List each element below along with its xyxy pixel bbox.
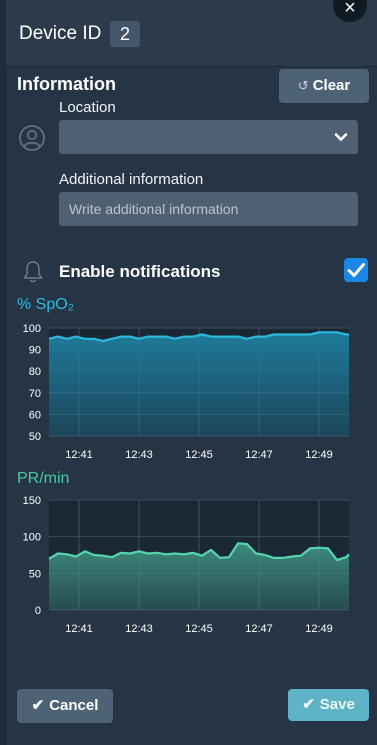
pulse-rate-chart-title: PR/min <box>17 470 70 487</box>
enable-notifications-label: Enable notifications <box>59 262 221 281</box>
clear-label: Clear <box>312 77 351 94</box>
check-icon: ✔ <box>31 697 45 714</box>
pulse-rate-chart: 150 100 50 0 12:41 12:43 12:45 12:47 12:49 <box>23 495 350 635</box>
information-title: Information <box>17 74 116 94</box>
spo2-y-tick-label: 70 <box>29 388 41 400</box>
spo2-x-tick-label: 12:47 <box>245 449 273 461</box>
cancel-button[interactable]: ✔ Cancel <box>17 689 113 723</box>
spo2-series-area <box>49 332 349 436</box>
spo2-x-tick-label: 12:49 <box>305 449 333 461</box>
spo2-chart-title: % SpO₂ <box>17 296 74 313</box>
pr-x-tick-label: 12:49 <box>305 623 333 635</box>
pr-x-tick-label: 12:41 <box>65 623 93 635</box>
chevron-down-icon <box>334 133 348 142</box>
checkmark-icon <box>347 263 365 277</box>
pr-y-tick-label: 50 <box>29 568 41 580</box>
user-icon <box>19 125 45 151</box>
pr-x-tick-label: 12:43 <box>125 623 153 635</box>
pr-y-tick-label: 0 <box>35 605 41 617</box>
additional-info-input[interactable] <box>59 192 358 226</box>
header-title: Device ID <box>19 23 102 44</box>
spo2-x-tick-label: 12:43 <box>125 449 153 461</box>
panel-header: Device ID 2 <box>6 0 377 67</box>
pr-x-tick-label: 12:45 <box>185 623 213 635</box>
reset-icon: ↺ <box>297 78 309 93</box>
spo2-y-tick-label: 100 <box>23 323 41 335</box>
location-select[interactable] <box>59 120 358 154</box>
device-number-badge: 2 <box>110 21 140 47</box>
close-icon: × <box>344 0 356 19</box>
pr-y-tick-label: 100 <box>23 532 41 544</box>
clear-button[interactable]: ↺ Clear <box>279 69 369 103</box>
spo2-x-tick-label: 12:41 <box>65 449 93 461</box>
save-button[interactable]: ✔ Save <box>288 689 369 721</box>
check-icon: ✔ <box>302 696 315 713</box>
save-label: Save <box>319 696 355 713</box>
location-label: Location <box>59 99 116 116</box>
spo2-y-tick-label: 50 <box>29 431 41 443</box>
pr-y-tick-label: 150 <box>23 495 41 507</box>
bell-icon <box>23 261 43 283</box>
pr-x-tick-label: 12:47 <box>245 623 273 635</box>
cancel-label: Cancel <box>49 697 99 714</box>
spo2-y-tick-label: 60 <box>29 409 41 421</box>
spo2-x-tick-label: 12:45 <box>185 449 213 461</box>
spo2-y-tick-label: 80 <box>29 366 41 378</box>
additional-info-label: Additional information <box>59 171 204 188</box>
enable-notifications-checkbox[interactable] <box>344 258 368 282</box>
spo2-chart: 100 90 80 70 60 50 12:41 12:43 12:45 12:47 12:49 <box>23 323 349 461</box>
spo2-y-tick-label: 90 <box>29 345 41 357</box>
